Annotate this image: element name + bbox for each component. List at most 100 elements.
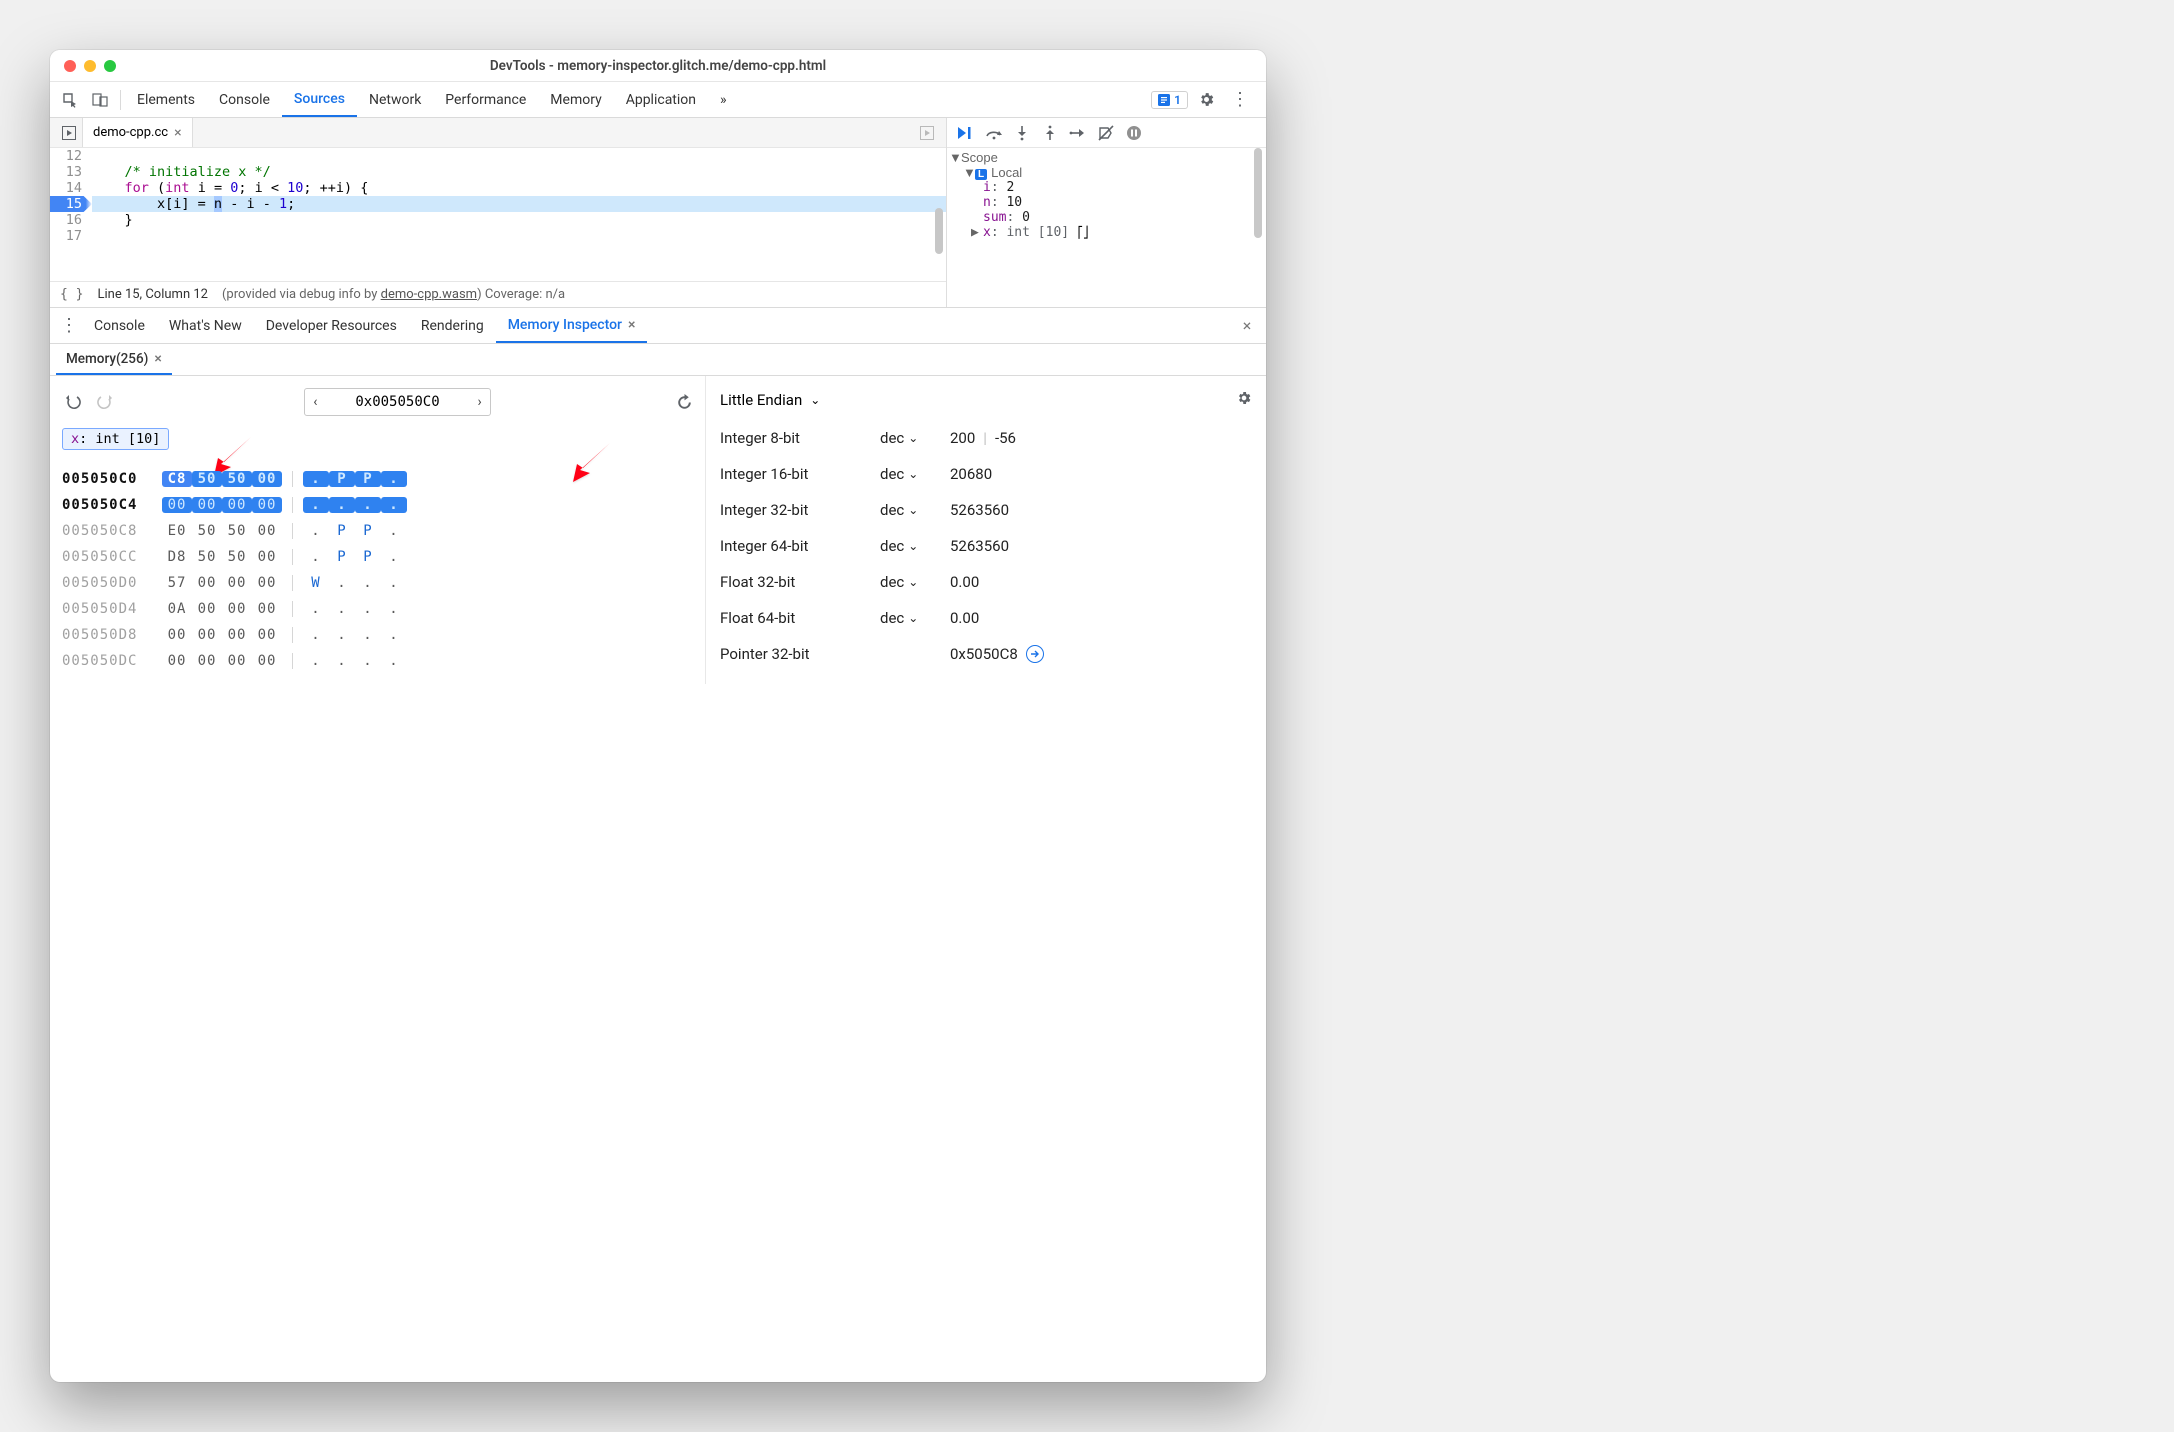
scope-var[interactable]: n: 10 (983, 195, 1262, 210)
memory-row[interactable]: 005050DC00000000.... (62, 648, 695, 674)
tab-console[interactable]: Console (207, 82, 282, 117)
format-icon[interactable]: { } (60, 287, 83, 302)
drawer-more-icon[interactable]: ⋮ (56, 315, 82, 336)
wasm-link[interactable]: demo-cpp.wasm (381, 287, 477, 302)
memory-tabs: Memory(256) × (50, 344, 1266, 376)
tab-application[interactable]: Application (614, 82, 708, 117)
scope-header[interactable]: ▼Scope (949, 150, 1262, 165)
scope-var[interactable]: i: 2 (983, 180, 1262, 195)
issues-count: 1 (1174, 93, 1181, 107)
encoding-selector[interactable]: dec (880, 537, 904, 555)
code-line[interactable]: 14 for (int i = 0; i < 10; ++i) { (92, 180, 946, 196)
tab-sources[interactable]: Sources (282, 82, 357, 117)
memory-toolbar: ‹ › (62, 388, 695, 416)
scope-panel[interactable]: ▼Scope ▼LLocal i: 2n: 10sum: 0 ▶x: int [… (947, 148, 1266, 307)
refresh-icon[interactable] (673, 391, 695, 413)
issues-badge[interactable]: 1 (1151, 91, 1188, 109)
step-out-icon[interactable] (1037, 120, 1063, 146)
code-editor[interactable]: 12 13 /* initialize x */14 for (int i = … (50, 148, 946, 281)
more-menu-icon[interactable]: ⋮ (1226, 86, 1254, 114)
top-tabs: ElementsConsoleSourcesNetworkPerformance… (50, 82, 1266, 118)
value-row: Float 64-bitdec⌄0.00 (720, 600, 1252, 636)
value-row: Integer 32-bitdec⌄5263560 (720, 492, 1252, 528)
jump-to-address-icon[interactable] (1026, 645, 1044, 663)
value-row: Integer 16-bitdec⌄20680 (720, 456, 1252, 492)
encoding-selector[interactable]: dec (880, 573, 904, 591)
file-tabs: demo-cpp.cc × (50, 118, 946, 148)
drawer-tab-what-s-new[interactable]: What's New (157, 308, 254, 343)
step-over-icon[interactable] (981, 120, 1007, 146)
history-forward-icon (94, 391, 116, 413)
drawer-tab-developer-resources[interactable]: Developer Resources (254, 308, 409, 343)
value-row: Integer 8-bitdec⌄200|-56 (720, 420, 1252, 456)
scope-var[interactable]: sum: 0 (983, 210, 1262, 225)
memory-row[interactable]: 005050CCD8505000.PP. (62, 544, 695, 570)
run-snippet-icon[interactable] (56, 120, 82, 146)
close-icon[interactable]: × (628, 317, 635, 333)
endian-selector[interactable]: Little Endian ⌄ (720, 386, 1252, 420)
chevron-down-icon: ⌄ (810, 393, 820, 407)
device-toolbar-icon[interactable] (86, 86, 114, 114)
memory-row[interactable]: 005050D40A000000.... (62, 596, 695, 622)
tab-network[interactable]: Network (357, 82, 433, 117)
tab-performance[interactable]: Performance (433, 82, 538, 117)
address-next-icon[interactable]: › (478, 394, 482, 410)
memory-grid[interactable]: 005050C0C8505000.PP.005050C400000000....… (62, 466, 695, 674)
address-input[interactable]: ‹ › (304, 388, 490, 416)
memory-row[interactable]: 005050C8E0505000.PP. (62, 518, 695, 544)
minimize-window-button[interactable] (84, 60, 96, 72)
drawer-tab-rendering[interactable]: Rendering (409, 308, 496, 343)
address-prev-icon[interactable]: ‹ (313, 394, 317, 410)
close-drawer-icon[interactable]: × (1234, 316, 1260, 335)
memory-row[interactable]: 005050D057000000W... (62, 570, 695, 596)
variable-chip[interactable]: x: int [10] (62, 428, 169, 450)
more-tabs-button[interactable]: » (708, 82, 739, 117)
code-line[interactable]: 15 x[i] = n - i - 1; (92, 196, 946, 212)
step-into-icon[interactable] (1009, 120, 1035, 146)
settings-icon[interactable] (1192, 86, 1220, 114)
scrollbar[interactable] (1254, 148, 1262, 238)
scope-var-x[interactable]: ▶x: int [10] ⎡⎦ (971, 225, 1262, 240)
history-back-icon[interactable] (62, 391, 84, 413)
encoding-selector[interactable]: dec (880, 609, 904, 627)
memory-icon[interactable]: ⎡⎦ (1077, 226, 1088, 239)
encoding-selector[interactable]: dec (880, 465, 904, 483)
pause-exceptions-icon[interactable] (1121, 120, 1147, 146)
devtools-window: DevTools - memory-inspector.glitch.me/de… (50, 50, 1266, 1382)
drawer-tabs: ⋮ ConsoleWhat's NewDeveloper ResourcesRe… (50, 308, 1266, 344)
titlebar[interactable]: DevTools - memory-inspector.glitch.me/de… (50, 50, 1266, 82)
close-icon[interactable]: × (154, 351, 161, 367)
cursor-position: Line 15, Column 12 (97, 287, 207, 302)
drawer-tab-console[interactable]: Console (82, 308, 157, 343)
settings-icon[interactable] (1236, 390, 1252, 410)
memory-row[interactable]: 005050C0C8505000.PP. (62, 466, 695, 492)
file-tab-label: demo-cpp.cc (93, 125, 168, 140)
debug-toolbar (947, 118, 1266, 148)
tab-elements[interactable]: Elements (125, 82, 207, 117)
encoding-selector[interactable]: dec (880, 429, 904, 447)
zoom-window-button[interactable] (104, 60, 116, 72)
code-line[interactable]: 17 (92, 228, 946, 244)
inspect-icon[interactable] (56, 86, 84, 114)
address-field[interactable] (328, 394, 468, 410)
code-line[interactable]: 12 (92, 148, 946, 164)
deactivate-breakpoints-icon[interactable] (1093, 120, 1119, 146)
close-icon[interactable]: × (174, 125, 181, 141)
close-window-button[interactable] (64, 60, 76, 72)
tab-memory[interactable]: Memory (538, 82, 613, 117)
memory-row[interactable]: 005050C400000000.... (62, 492, 695, 518)
run-icon[interactable] (914, 120, 940, 146)
memory-inspector: ‹ › x: int [10] 005050C0C8505000.PP (50, 376, 1266, 684)
encoding-selector[interactable]: dec (880, 501, 904, 519)
code-line[interactable]: 16 } (92, 212, 946, 228)
resume-icon[interactable] (953, 120, 979, 146)
code-line[interactable]: 13 /* initialize x */ (92, 164, 946, 180)
file-tab[interactable]: demo-cpp.cc × (82, 118, 193, 147)
statusbar: { } Line 15, Column 12 (provided via deb… (50, 281, 946, 307)
memory-row[interactable]: 005050D800000000.... (62, 622, 695, 648)
step-icon[interactable] (1065, 120, 1091, 146)
drawer-tab-memory-inspector[interactable]: Memory Inspector× (496, 308, 648, 343)
scrollbar[interactable] (935, 208, 943, 254)
local-scope[interactable]: ▼LLocal (963, 165, 1262, 180)
memory-tab[interactable]: Memory(256) × (56, 344, 172, 375)
